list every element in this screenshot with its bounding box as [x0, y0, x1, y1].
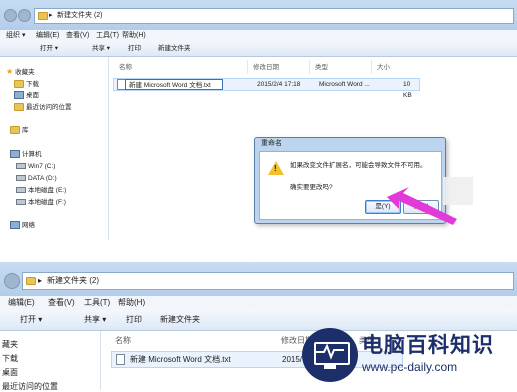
pointer-arrow-icon: [387, 177, 473, 225]
forward-icon[interactable]: [18, 9, 31, 22]
sidebar-item-drive-f[interactable]: 本地磁盘 (F:): [16, 198, 66, 207]
computer-icon: [10, 150, 20, 159]
top-toolbar: 打开 ▾ 共享 ▾ 打印 新建文件夹: [0, 41, 517, 57]
bottom-toolbar: 打开 ▾ 共享 ▾ 打印 新建文件夹: [0, 310, 517, 331]
back-icon[interactable]: [4, 273, 20, 289]
menu-tools[interactable]: 工具(T): [84, 296, 110, 310]
back-icon[interactable]: [4, 9, 17, 22]
menu-edit[interactable]: 编辑(E): [36, 30, 59, 41]
new-folder-button[interactable]: 新建文件夹: [160, 310, 200, 330]
bottom-menu-bar: 编辑(E) 查看(V) 工具(T) 帮助(H): [0, 296, 517, 310]
top-nav-pane: ★ 收藏夹 下载 桌面 最近访问的位置 库 计算机 Win7 (C:) DATA …: [0, 57, 109, 240]
menu-view[interactable]: 查看(V): [48, 296, 75, 310]
print-button[interactable]: 打印: [128, 41, 141, 56]
library-icon: [10, 126, 20, 135]
sidebar-item-desktop[interactable]: 桌面: [14, 91, 39, 100]
sidebar-item-recent[interactable]: 最近访问的位置: [14, 103, 72, 112]
file-row[interactable]: 新建 Microsoft Word 文档.txt 2015/: [111, 351, 403, 368]
bottom-address-bar: ▸ 新建文件夹 (2): [0, 262, 517, 296]
sidebar-item-computer[interactable]: 计算机: [10, 150, 42, 159]
desktop-icon: [14, 91, 24, 100]
sidebar-item-libraries[interactable]: 库: [10, 126, 29, 135]
column-size[interactable]: 大小: [377, 63, 390, 73]
recent-places-icon: [14, 103, 24, 112]
menu-help[interactable]: 帮助(H): [122, 30, 146, 41]
column-name[interactable]: 名称: [119, 63, 132, 73]
drive-icon: [16, 187, 26, 194]
sidebar-item-downloads[interactable]: 下载: [14, 80, 39, 89]
sidebar-item-recent[interactable]: 最近访问的位置: [2, 381, 58, 392]
file-type: Microsoft Word ...: [319, 81, 370, 88]
dialog-title: 重命名: [261, 140, 282, 147]
open-button[interactable]: 打开 ▾: [40, 41, 58, 56]
dialog-message: 如果改变文件扩展名，可能会导致文件不可用。: [290, 162, 427, 169]
drive-icon: [16, 163, 26, 170]
file-modified: 2015/: [282, 355, 303, 364]
menu-help[interactable]: 帮助(H): [118, 296, 145, 310]
share-button[interactable]: 共享 ▾: [92, 41, 110, 56]
drive-icon: [16, 199, 26, 206]
sidebar-item-favorites[interactable]: ★ 收藏夹: [6, 68, 35, 77]
new-folder-button[interactable]: 新建文件夹: [158, 41, 191, 56]
text-file-icon: [116, 354, 125, 366]
menu-organize[interactable]: 组织 ▾: [6, 30, 25, 41]
share-button[interactable]: 共享 ▾: [84, 310, 106, 330]
file-size: 10 KB: [403, 81, 412, 99]
file-name: 新建 Microsoft Word 文档.txt: [130, 355, 231, 364]
sidebar-item-drive-e[interactable]: 本地磁盘 (E:): [16, 186, 66, 195]
sidebar-item-desktop[interactable]: 桌面: [2, 367, 18, 378]
print-button[interactable]: 打印: [126, 310, 142, 330]
top-address-bar: ▸ 新建文件夹 (2): [0, 0, 517, 30]
column-type[interactable]: 类型: [315, 63, 328, 73]
sidebar-item-drive-c[interactable]: Win7 (C:): [16, 162, 55, 171]
sidebar-item-drive-d[interactable]: DATA (D:): [16, 174, 57, 183]
folder-icon: [38, 12, 48, 20]
downloads-folder-icon: [14, 80, 24, 89]
column-name[interactable]: 名称: [115, 335, 131, 346]
watermark-url: www.pc-daily.com: [362, 360, 458, 374]
bottom-nav-pane: 藏夹 下载 桌面 最近访问的位置: [0, 331, 101, 392]
sidebar-item-downloads[interactable]: 下载: [2, 353, 18, 364]
folder-icon: [26, 277, 36, 285]
file-modified: 2015/2/4 17:18: [257, 81, 301, 88]
rename-edit-field[interactable]: 新建 Microsoft Word 文档.txt: [125, 79, 223, 90]
menu-edit[interactable]: 编辑(E): [8, 296, 35, 310]
drive-icon: [16, 175, 26, 182]
menu-tools[interactable]: 工具(T): [96, 30, 119, 41]
top-menu-bar: 组织 ▾ 编辑(E) 查看(V) 工具(T) 帮助(H): [0, 30, 517, 41]
address-field[interactable]: ▸ 新建文件夹 (2): [22, 272, 514, 290]
address-field[interactable]: ▸ 新建文件夹 (2): [34, 8, 514, 24]
sidebar-item-network[interactable]: 网络: [10, 221, 35, 230]
star-icon: ★: [6, 67, 14, 77]
open-button[interactable]: 打开 ▾: [20, 310, 42, 330]
menu-view[interactable]: 查看(V): [66, 30, 89, 41]
breadcrumb[interactable]: 新建文件夹 (2): [57, 9, 103, 23]
column-modified[interactable]: 修改日期: [253, 63, 279, 73]
watermark-title: 电脑百科知识: [362, 334, 494, 357]
sidebar-item-favorites[interactable]: 藏夹: [2, 339, 18, 350]
breadcrumb[interactable]: 新建文件夹 (2): [47, 273, 99, 289]
network-icon: [10, 221, 20, 230]
dialog-question: 确实要更改吗?: [290, 184, 333, 191]
watermark-logo-icon: [302, 328, 358, 382]
